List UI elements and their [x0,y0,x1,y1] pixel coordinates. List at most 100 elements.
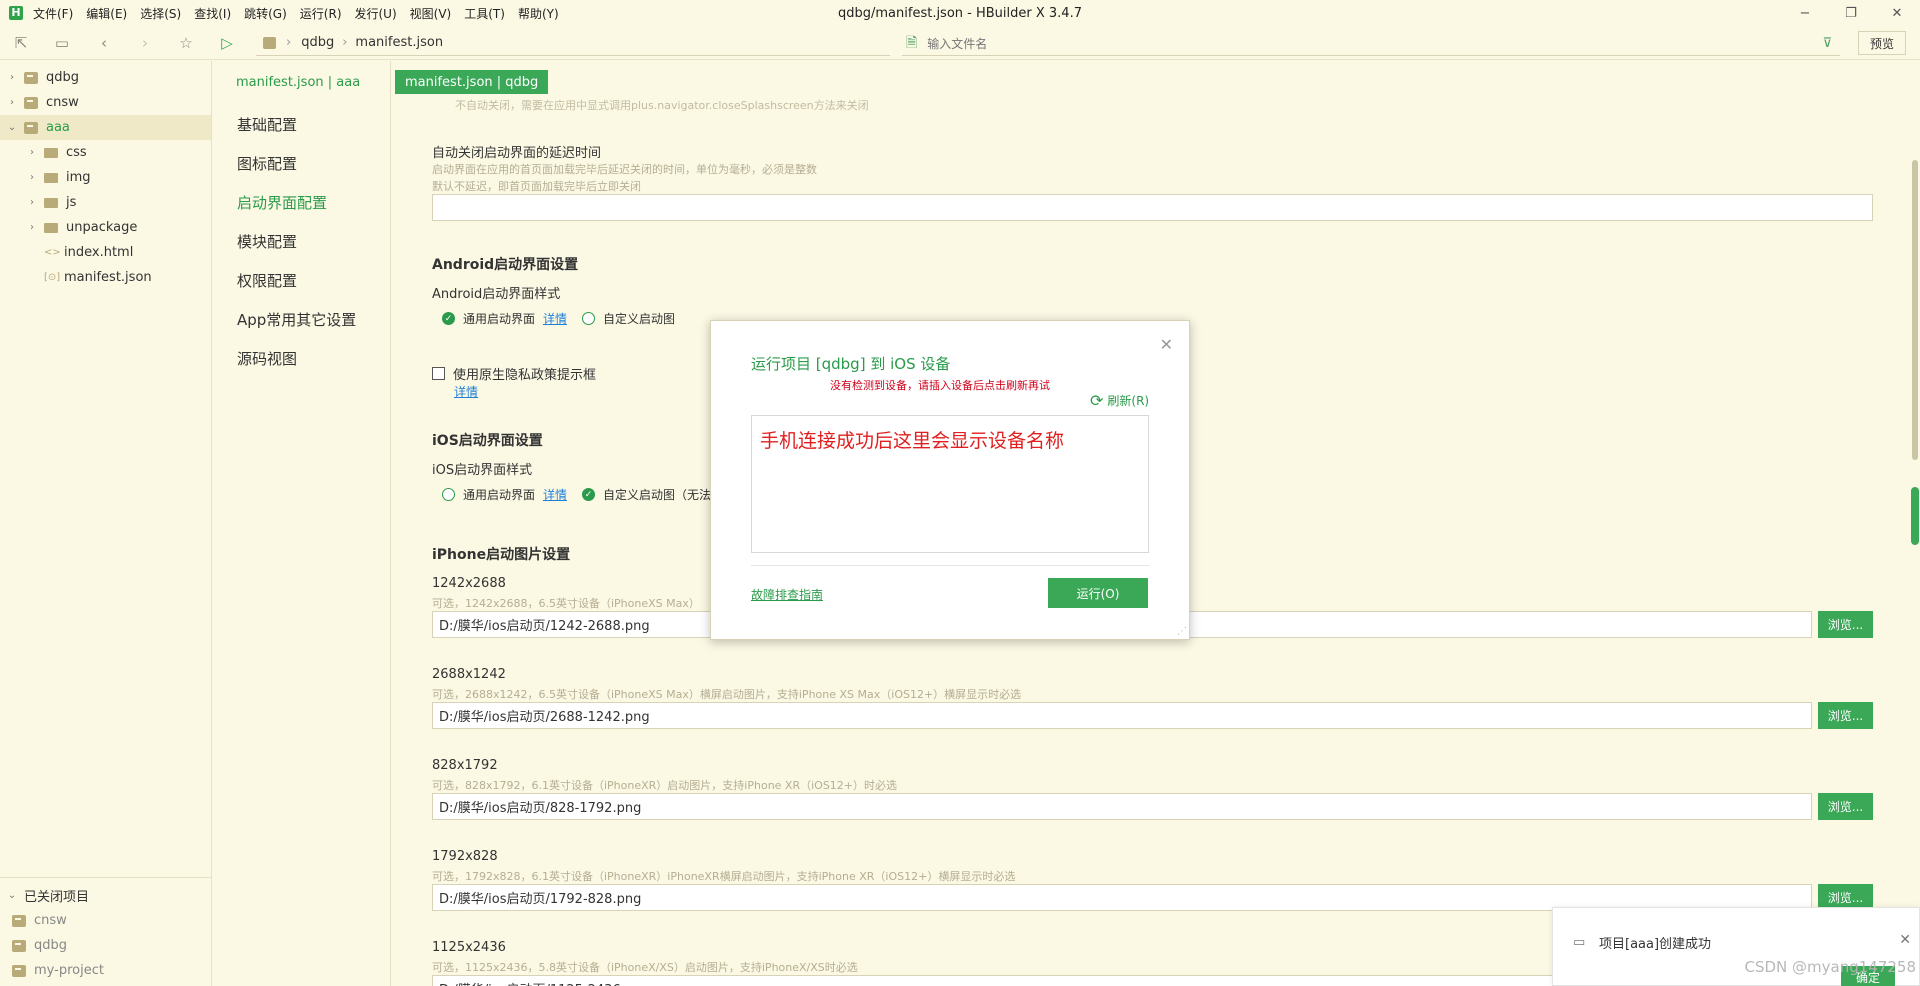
nav-basic-config[interactable]: 基础配置 [237,114,297,135]
android-radio-custom[interactable]: 自定义启动图 [582,310,675,327]
tree-item-label: qdbg [34,938,68,953]
nav-module-config[interactable]: 模块配置 [237,231,297,252]
menu-tools[interactable]: 工具(T) [464,5,505,22]
tab-manifest-qdbg[interactable]: manifest.json | qdbg [395,70,549,94]
close-window-button[interactable]: ✕ [1874,0,1920,26]
closed-project-my-project[interactable]: my-project [0,958,211,983]
privacy-checkbox-row[interactable]: 使用原生隐私政策提示框 [432,364,596,383]
save-icon[interactable]: ▭ [53,34,71,52]
delay-input[interactable] [432,194,1873,221]
chevron-right-icon[interactable]: › [26,172,38,183]
radio-unchecked-icon [582,312,595,325]
new-file-icon[interactable]: ⇱ [12,34,30,52]
nav-source-view[interactable]: 源码视图 [237,348,297,369]
image-size-label: 1792x828 [432,849,498,864]
menu-help[interactable]: 帮助(Y) [518,5,559,22]
nav-icon-config[interactable]: 图标配置 [237,153,297,174]
tab-manifest-aaa[interactable]: manifest.json | aaa [226,70,370,94]
tree-item-unpackage[interactable]: › unpackage [0,215,211,240]
project-icon [24,121,38,134]
project-icon [12,939,26,952]
closed-project-qdbg[interactable]: qdbg [0,933,211,958]
run-ios-dialog: ✕ 运行项目 [qdbg] 到 iOS 设备 没有检测到设备，请插入设备后点击刷… [710,320,1190,640]
delay-label: 自动关闭启动界面的延迟时间 [432,146,602,161]
nav-permission-config[interactable]: 权限配置 [237,270,297,291]
nav-splash-config[interactable]: 启动界面配置 [237,192,327,213]
tree-item-aaa[interactable]: ⌄ aaa [0,115,211,140]
chevron-right-icon[interactable]: › [26,147,38,158]
menu-publish[interactable]: 发行(U) [355,5,397,22]
privacy-detail-link[interactable]: 详情 [454,383,478,400]
menu-run[interactable]: 运行(R) [300,5,342,22]
folder-icon [44,222,58,233]
star-icon[interactable]: ☆ [177,34,195,52]
folder-icon [44,172,58,183]
tree-item-qdbg[interactable]: › qdbg [0,65,211,90]
chevron-right-icon[interactable]: › [26,222,38,233]
back-arrow-icon[interactable]: ‹ [95,34,113,52]
filter-icon[interactable]: ⊽ [1822,36,1832,51]
menu-goto[interactable]: 跳转(G) [244,5,287,22]
menu-find[interactable]: 查找(I) [194,5,231,22]
chevron-right-icon: › [286,35,292,50]
run-button[interactable]: 运行(O) [1048,578,1148,608]
menu-select[interactable]: 选择(S) [140,5,181,22]
tree-item-cnsw[interactable]: › cnsw [0,90,211,115]
restore-button[interactable]: ❐ [1828,0,1874,26]
tree-item-label: aaa [46,120,70,135]
device-list[interactable]: 手机连接成功后这里会显示设备名称 [751,415,1149,553]
delay-hint-1: 启动界面在应用的首页面加载完毕后延迟关闭的时间，单位为毫秒，必须是整数 [432,163,817,176]
run-icon[interactable]: ▷ [218,34,236,52]
radio-checked-icon: ✓ [442,312,455,325]
breadcrumb-file[interactable]: manifest.json [355,35,443,50]
browse-button[interactable]: 浏览... [1818,793,1873,820]
scrollbar-thumb[interactable] [1912,160,1918,460]
image-hint: 可选，828x1792，6.1英寸设备（iPhoneXR）启动图片，支持iPho… [432,779,898,792]
divider [0,877,211,878]
delay-hint-2: 默认不延迟，即首页面加载完毕后立即关闭 [432,180,641,193]
refresh-button[interactable]: ⟳ 刷新(R) [1090,391,1149,410]
close-icon[interactable]: ✕ [1899,932,1911,948]
file-search-input[interactable] [927,36,1823,51]
tree-item-img[interactable]: › img [0,165,211,190]
image-hint: 可选，1125x2436，5.8英寸设备（iPhoneX/XS）启动图片，支持i… [432,961,858,974]
radio-checked-icon: ✓ [582,488,595,501]
checkbox[interactable] [432,367,445,380]
browse-button[interactable]: 浏览... [1818,702,1873,729]
android-detail-link[interactable]: 详情 [543,310,567,327]
nav-app-other-settings[interactable]: App常用其它设置 [237,309,356,330]
minimap-indicator[interactable] [1911,487,1919,545]
chevron-down-icon[interactable]: ⌄ [6,122,18,133]
chevron-right-icon[interactable]: › [26,197,38,208]
android-radio-generic[interactable]: ✓ 通用启动界面 详情 [442,310,567,327]
closed-project-cnsw[interactable]: cnsw [0,908,211,933]
menu-edit[interactable]: 编辑(E) [86,5,127,22]
tree-item-manifest-json[interactable]: [⊙] manifest.json [0,265,211,290]
ios-radio-custom[interactable]: ✓ 自定义启动图（无法 [582,486,711,503]
chevron-right-icon[interactable]: › [6,72,18,83]
image-path-input[interactable]: D:/膜华/ios启动页/2688-1242.png [432,702,1812,729]
chevron-right-icon[interactable]: › [6,97,18,108]
close-icon[interactable]: ✕ [1160,335,1173,354]
tree-item-css[interactable]: › css [0,140,211,165]
chevron-down-icon[interactable]: ⌄ [6,890,18,901]
closed-projects-header[interactable]: ⌄ 已关闭项目 [0,883,211,908]
breadcrumb-project[interactable]: qdbg [301,35,334,50]
menu-file[interactable]: 文件(F) [33,5,73,22]
ios-radio-generic[interactable]: 通用启动界面 详情 [442,486,567,503]
tree-item-js[interactable]: › js [0,190,211,215]
menu-view[interactable]: 视图(V) [410,5,452,22]
json-file-icon: [⊙] [44,272,61,283]
radio-unchecked-icon [442,488,455,501]
image-path-input[interactable]: D:/膜华/ios启动页/828-1792.png [432,793,1812,820]
ios-detail-link[interactable]: 详情 [543,486,567,503]
tree-item-label: img [66,170,91,185]
troubleshoot-link[interactable]: 故障排查指南 [751,586,823,603]
minimize-button[interactable]: − [1782,0,1828,26]
browse-button[interactable]: 浏览... [1818,611,1873,638]
forward-arrow-icon[interactable]: › [136,34,154,52]
preview-button[interactable]: 预览 [1858,31,1906,55]
hbuilder-logo-icon: H [9,6,23,20]
resize-grip-icon[interactable]: ⋰ [1177,626,1187,637]
tree-item-index-html[interactable]: <> index.html [0,240,211,265]
